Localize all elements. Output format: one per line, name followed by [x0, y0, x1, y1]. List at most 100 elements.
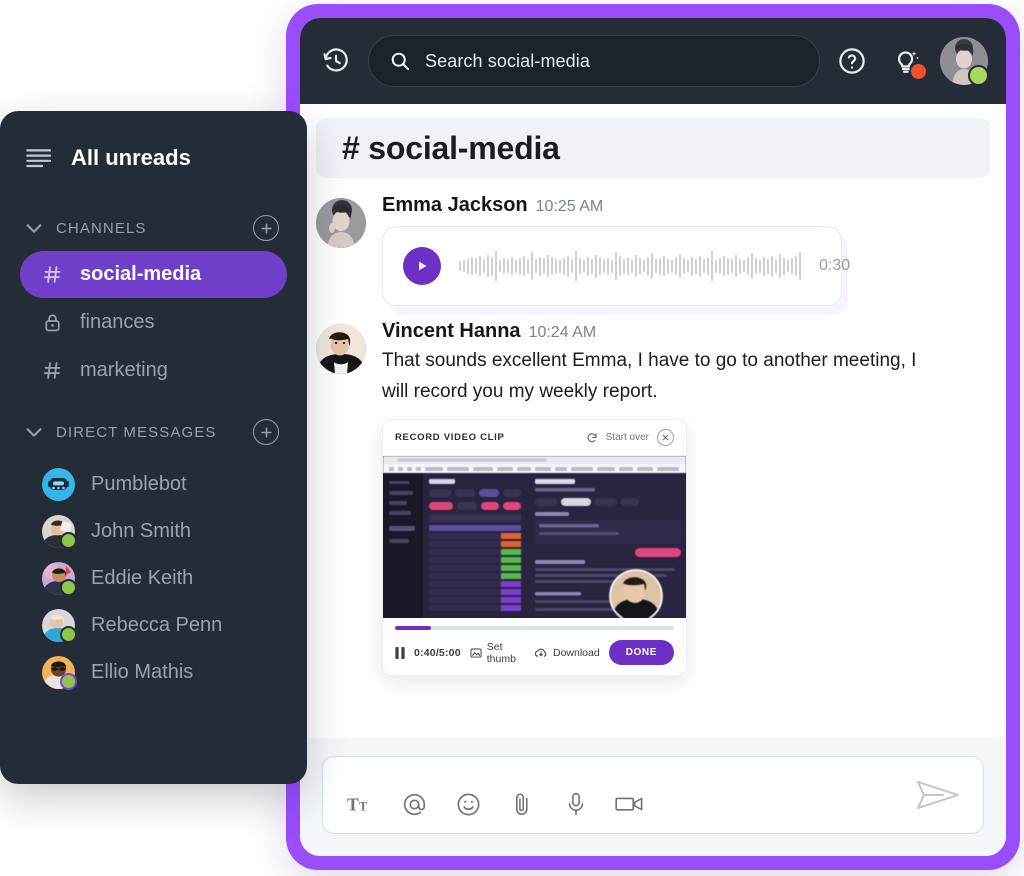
- message-author: Vincent Hanna: [382, 320, 521, 342]
- message-list: Emma Jackson 10:25 AM 0:30 Vincent Hanna…: [300, 184, 1006, 738]
- message-body: Vincent Hanna 10:24 AM That sounds excel…: [382, 320, 990, 676]
- set-thumb-label: Set thumb: [486, 640, 516, 665]
- sidebar-item-john-smith[interactable]: John Smith: [20, 508, 287, 555]
- sidebar-header[interactable]: All unreads: [20, 111, 287, 205]
- avatar: [42, 515, 77, 549]
- cloud-download-icon: [534, 647, 548, 659]
- all-unreads-label: All unreads: [71, 145, 191, 170]
- play-icon[interactable]: [403, 247, 441, 285]
- start-over-button[interactable]: Start over: [606, 432, 649, 443]
- video-clip-controls: 0:40/5:00 Set thumb Download DONE: [383, 618, 686, 675]
- message-avatar[interactable]: [316, 198, 366, 248]
- video-clip-preview[interactable]: [383, 456, 686, 618]
- chat-window-inner: Search social-media # social-media Emma …: [300, 18, 1006, 856]
- set-thumb-button[interactable]: Set thumb: [470, 641, 525, 665]
- lightbulb-sparkle-icon[interactable]: [884, 39, 928, 83]
- emoji-smiley-icon[interactable]: [453, 789, 483, 819]
- sidebar-item-label: marketing: [80, 359, 168, 381]
- voice-note-player[interactable]: 0:30: [382, 226, 850, 306]
- refresh-icon[interactable]: [586, 432, 598, 444]
- message-item: Vincent Hanna 10:24 AM That sounds excel…: [316, 320, 990, 676]
- app-root: Search social-media # social-media Emma …: [0, 0, 1024, 876]
- sidebar-item-pumblebot[interactable]: Pumblebot: [20, 461, 287, 508]
- search-icon: [389, 50, 411, 72]
- mention-at-icon[interactable]: [399, 789, 429, 819]
- sidebar-item-label: John Smith: [91, 520, 192, 542]
- sidebar-item-finances[interactable]: finances: [20, 299, 287, 346]
- chevron-down-icon[interactable]: [26, 223, 42, 234]
- channel-header: # social-media: [316, 118, 990, 178]
- svg-text:T: T: [347, 795, 359, 815]
- sidebar: All unreads CHANNELS social-media financ…: [0, 111, 307, 784]
- microphone-icon[interactable]: [561, 789, 591, 819]
- avatar-image: [42, 468, 75, 506]
- message-timestamp: 10:24 AM: [528, 324, 597, 341]
- sidebar-section-channels[interactable]: CHANNELS: [20, 205, 287, 251]
- close-circle-icon[interactable]: [657, 429, 674, 446]
- sidebar-item-label: social-media: [80, 263, 202, 285]
- text-format-icon[interactable]: T T: [345, 789, 375, 819]
- sidebar-item-label: Ellio Mathis: [91, 661, 194, 683]
- avatar: [42, 562, 77, 596]
- sidebar-item-ellio-mathis[interactable]: Ellio Mathis: [20, 649, 287, 696]
- video-clip-card: RECORD VIDEO CLIP Start over 0:40/5:00 S…: [382, 419, 687, 676]
- sidebar-item-label: Eddie Keith: [91, 567, 194, 589]
- search-input[interactable]: Search social-media: [368, 35, 820, 87]
- download-button[interactable]: Download: [534, 647, 600, 659]
- image-icon: [470, 647, 482, 659]
- sidebar-section-label: CHANNELS: [56, 219, 147, 237]
- hash-icon: [42, 265, 62, 284]
- sidebar-item-label: finances: [80, 311, 155, 333]
- message-item: Emma Jackson 10:25 AM 0:30: [316, 194, 990, 306]
- video-clip-header: RECORD VIDEO CLIP Start over: [383, 420, 686, 456]
- hash-icon: [42, 361, 62, 380]
- avatar-status-dot: [968, 65, 989, 86]
- avatar: [42, 468, 75, 501]
- chat-window: Search social-media # social-media Emma …: [286, 4, 1020, 870]
- message-text: That sounds excellent Emma, I have to go…: [382, 350, 917, 402]
- search-placeholder: Search social-media: [425, 50, 590, 71]
- plus-circle-icon[interactable]: [253, 215, 279, 241]
- sidebar-item-label: Pumblebot: [91, 473, 187, 495]
- avatar: [42, 656, 77, 690]
- online-status-dot: [60, 532, 77, 549]
- sidebar-item-eddie-keith[interactable]: Eddie Keith: [20, 555, 287, 602]
- attachment-paperclip-icon[interactable]: [507, 789, 537, 819]
- svg-text:T: T: [359, 800, 367, 814]
- hamburger-menu-icon[interactable]: [26, 148, 52, 168]
- chevron-down-icon[interactable]: [26, 427, 42, 438]
- message-author: Emma Jackson: [382, 194, 528, 216]
- video-timestamp: 0:40/5:00: [414, 646, 461, 659]
- plus-circle-icon[interactable]: [253, 419, 279, 445]
- history-clock-icon[interactable]: [314, 39, 358, 83]
- sidebar-section-label: DIRECT MESSAGES: [56, 423, 217, 441]
- avatar: [42, 609, 77, 643]
- top-bar: Search social-media: [300, 18, 1006, 104]
- message-input[interactable]: T T: [322, 756, 984, 834]
- page-title: # social-media: [342, 129, 560, 166]
- message-avatar[interactable]: [316, 324, 366, 374]
- pause-icon[interactable]: [395, 646, 405, 659]
- done-button[interactable]: DONE: [608, 640, 674, 665]
- video-clip-title: RECORD VIDEO CLIP: [395, 432, 505, 443]
- sidebar-item-label: Rebecca Penn: [91, 614, 223, 636]
- sidebar-section-direct-messages[interactable]: DIRECT MESSAGES: [20, 409, 287, 455]
- lock-icon: [42, 313, 62, 332]
- sidebar-item-marketing[interactable]: marketing: [20, 347, 287, 394]
- avatar[interactable]: [940, 37, 989, 86]
- video-camera-icon[interactable]: [615, 789, 645, 819]
- help-question-icon[interactable]: [830, 39, 874, 83]
- send-paper-plane-icon[interactable]: [915, 778, 961, 817]
- download-label: Download: [553, 646, 600, 659]
- audio-waveform: [459, 246, 801, 286]
- video-progress-bar[interactable]: [395, 626, 674, 630]
- online-status-dot: [60, 626, 77, 643]
- message-meta: Vincent Hanna 10:24 AM: [382, 320, 990, 343]
- online-status-dot: [60, 673, 77, 690]
- notification-badge-dot: [911, 64, 926, 79]
- sidebar-item-social-media[interactable]: social-media: [20, 251, 287, 298]
- message-timestamp: 10:25 AM: [535, 198, 604, 215]
- sidebar-item-rebecca-penn[interactable]: Rebecca Penn: [20, 602, 287, 649]
- online-status-dot: [60, 579, 77, 596]
